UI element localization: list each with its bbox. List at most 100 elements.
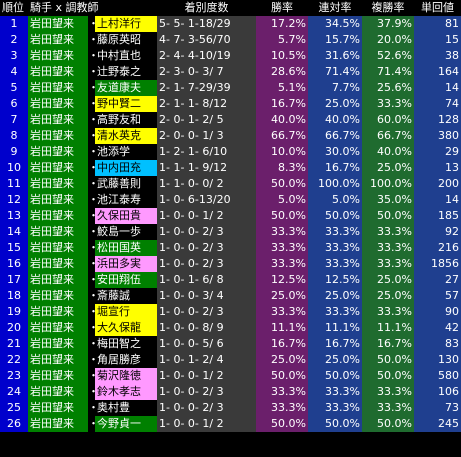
tansho-return-cell: 130: [414, 352, 461, 368]
table-row[interactable]: 13岩田望来・久保田貴1- 0- 0- 1/ 250.0%50.0%50.0%1…: [0, 208, 461, 224]
table-row[interactable]: 19岩田望来・堀宣行1- 0- 0- 2/ 333.3%33.3%33.3%90: [0, 304, 461, 320]
rank-cell: 10: [0, 160, 28, 176]
record-cell: 1- 0- 1- 6/ 8: [157, 272, 256, 288]
fukusho-rate-cell: 100.0%: [362, 176, 414, 192]
table-row[interactable]: 25岩田望来・奥村豊1- 0- 0- 2/ 333.3%33.3%33.3%73: [0, 400, 461, 416]
record-cell: 1- 0- 0- 8/ 9: [157, 320, 256, 336]
fukusho-rate-cell: 50.0%: [362, 208, 414, 224]
table-row[interactable]: 12岩田望来・池江泰寿1- 0- 6-13/205.0%5.0%35.0%14: [0, 192, 461, 208]
rentai-rate-cell: 11.1%: [308, 320, 362, 336]
record-cell: 1- 0- 0- 2/ 3: [157, 256, 256, 272]
table-row[interactable]: 2岩田望来・藤原英昭4- 7- 3-56/705.7%15.7%20.0%15: [0, 32, 461, 48]
rentai-rate-cell: 71.4%: [308, 64, 362, 80]
table-row[interactable]: 4岩田望来・辻野泰之2- 3- 0- 3/ 728.6%71.4%71.4%16…: [0, 64, 461, 80]
table-row[interactable]: 22岩田望来・角居勝彦1- 0- 1- 2/ 425.0%25.0%50.0%1…: [0, 352, 461, 368]
rank-cell: 9: [0, 144, 28, 160]
win-rate-cell: 8.3%: [256, 160, 308, 176]
fukusho-rate-cell: 50.0%: [362, 352, 414, 368]
separator-dot: ・: [88, 224, 95, 240]
rank-cell: 22: [0, 352, 28, 368]
trainer-cell: 中内田充: [95, 160, 157, 176]
separator-dot: ・: [88, 128, 95, 144]
trainer-cell: 武藤善則: [95, 176, 157, 192]
separator-dot: ・: [88, 384, 95, 400]
rentai-rate-cell: 100.0%: [308, 176, 362, 192]
win-rate-cell: 66.7%: [256, 128, 308, 144]
rank-cell: 13: [0, 208, 28, 224]
record-cell: 1- 0- 0- 2/ 3: [157, 304, 256, 320]
rank-cell: 7: [0, 112, 28, 128]
rentai-rate-cell: 30.0%: [308, 144, 362, 160]
table-row[interactable]: 10岩田望来・中内田充1- 1- 1- 9/128.3%16.7%25.0%13: [0, 160, 461, 176]
table-row[interactable]: 20岩田望来・大久保龍1- 0- 0- 8/ 911.1%11.1%11.1%4…: [0, 320, 461, 336]
rank-cell: 26: [0, 416, 28, 432]
win-rate-cell: 33.3%: [256, 224, 308, 240]
win-rate-cell: 50.0%: [256, 208, 308, 224]
tansho-return-cell: 14: [414, 80, 461, 96]
record-cell: 1- 0- 0- 1/ 2: [157, 208, 256, 224]
win-rate-cell: 33.3%: [256, 304, 308, 320]
table-row[interactable]: 21岩田望来・梅田智之1- 0- 0- 5/ 616.7%16.7%16.7%8…: [0, 336, 461, 352]
table-row[interactable]: 24岩田望来・鈴木孝志1- 0- 0- 2/ 333.3%33.3%33.3%1…: [0, 384, 461, 400]
table-row[interactable]: 17岩田望来・安田翔伍1- 0- 1- 6/ 812.5%12.5%25.0%2…: [0, 272, 461, 288]
rentai-rate-cell: 25.0%: [308, 288, 362, 304]
record-cell: 1- 1- 1- 9/12: [157, 160, 256, 176]
jockey-cell: 岩田望来: [28, 256, 88, 272]
rank-cell: 23: [0, 368, 28, 384]
table-row[interactable]: 18岩田望来・斎藤誠1- 0- 0- 3/ 425.0%25.0%25.0%57: [0, 288, 461, 304]
jockey-cell: 岩田望来: [28, 352, 88, 368]
table-row[interactable]: 23岩田望来・菊沢隆徳1- 0- 0- 1/ 250.0%50.0%50.0%5…: [0, 368, 461, 384]
rentai-rate-cell: 25.0%: [308, 352, 362, 368]
table-row[interactable]: 3岩田望来・中村直也2- 4- 4-10/1910.5%31.6%52.6%38: [0, 48, 461, 64]
rentai-rate-cell: 31.6%: [308, 48, 362, 64]
header-fukusho-rate: 複勝率: [362, 0, 414, 16]
fukusho-rate-cell: 40.0%: [362, 144, 414, 160]
table-row[interactable]: 11岩田望来・武藤善則1- 1- 0- 0/ 250.0%100.0%100.0…: [0, 176, 461, 192]
separator-dot: ・: [88, 176, 95, 192]
rank-cell: 3: [0, 48, 28, 64]
record-cell: 5- 5- 1-18/29: [157, 16, 256, 32]
tansho-return-cell: 57: [414, 288, 461, 304]
rank-cell: 11: [0, 176, 28, 192]
win-rate-cell: 5.7%: [256, 32, 308, 48]
table-row[interactable]: 7岩田望来・高野友和2- 0- 1- 2/ 540.0%40.0%60.0%12…: [0, 112, 461, 128]
separator-dot: ・: [88, 368, 95, 384]
table-row[interactable]: 6岩田望来・野中賢二2- 1- 1- 8/1216.7%25.0%33.3%74: [0, 96, 461, 112]
trainer-cell: 堀宣行: [95, 304, 157, 320]
tansho-return-cell: 216: [414, 240, 461, 256]
tansho-return-cell: 42: [414, 320, 461, 336]
separator-dot: ・: [88, 112, 95, 128]
tansho-return-cell: 164: [414, 64, 461, 80]
win-rate-cell: 50.0%: [256, 368, 308, 384]
table-row[interactable]: 8岩田望来・清水英克2- 0- 0- 1/ 366.7%66.7%66.7%38…: [0, 128, 461, 144]
win-rate-cell: 12.5%: [256, 272, 308, 288]
record-cell: 4- 7- 3-56/70: [157, 32, 256, 48]
rank-cell: 20: [0, 320, 28, 336]
table-row[interactable]: 26岩田望来・今野貞一1- 0- 0- 1/ 250.0%50.0%50.0%2…: [0, 416, 461, 432]
table-row[interactable]: 14岩田望来・鮫島一歩1- 0- 0- 2/ 333.3%33.3%33.3%9…: [0, 224, 461, 240]
win-rate-cell: 25.0%: [256, 288, 308, 304]
separator-dot: ・: [88, 144, 95, 160]
fukusho-rate-cell: 25.0%: [362, 288, 414, 304]
rank-cell: 19: [0, 304, 28, 320]
fukusho-rate-cell: 66.7%: [362, 128, 414, 144]
rentai-rate-cell: 66.7%: [308, 128, 362, 144]
table-row[interactable]: 1岩田望来・上村洋行5- 5- 1-18/2917.2%34.5%37.9%81: [0, 16, 461, 32]
rank-cell: 5: [0, 80, 28, 96]
fukusho-rate-cell: 50.0%: [362, 416, 414, 432]
tansho-return-cell: 27: [414, 272, 461, 288]
tansho-return-cell: 106: [414, 384, 461, 400]
tansho-return-cell: 128: [414, 112, 461, 128]
record-cell: 1- 0- 0- 2/ 3: [157, 384, 256, 400]
tansho-return-cell: 38: [414, 48, 461, 64]
table-row[interactable]: 9岩田望来・池添学1- 2- 1- 6/1010.0%30.0%40.0%29: [0, 144, 461, 160]
rentai-rate-cell: 50.0%: [308, 208, 362, 224]
trainer-cell: 角居勝彦: [95, 352, 157, 368]
tansho-return-cell: 380: [414, 128, 461, 144]
table-row[interactable]: 15岩田望来・松田国英1- 0- 0- 2/ 333.3%33.3%33.3%2…: [0, 240, 461, 256]
trainer-cell: 上村洋行: [95, 16, 157, 32]
table-row[interactable]: 5岩田望来・友道康夫2- 1- 7-29/395.1%7.7%25.6%14: [0, 80, 461, 96]
separator-dot: ・: [88, 320, 95, 336]
table-row[interactable]: 16岩田望来・浜田多実1- 0- 0- 2/ 333.3%33.3%33.3%1…: [0, 256, 461, 272]
jockey-cell: 岩田望来: [28, 32, 88, 48]
